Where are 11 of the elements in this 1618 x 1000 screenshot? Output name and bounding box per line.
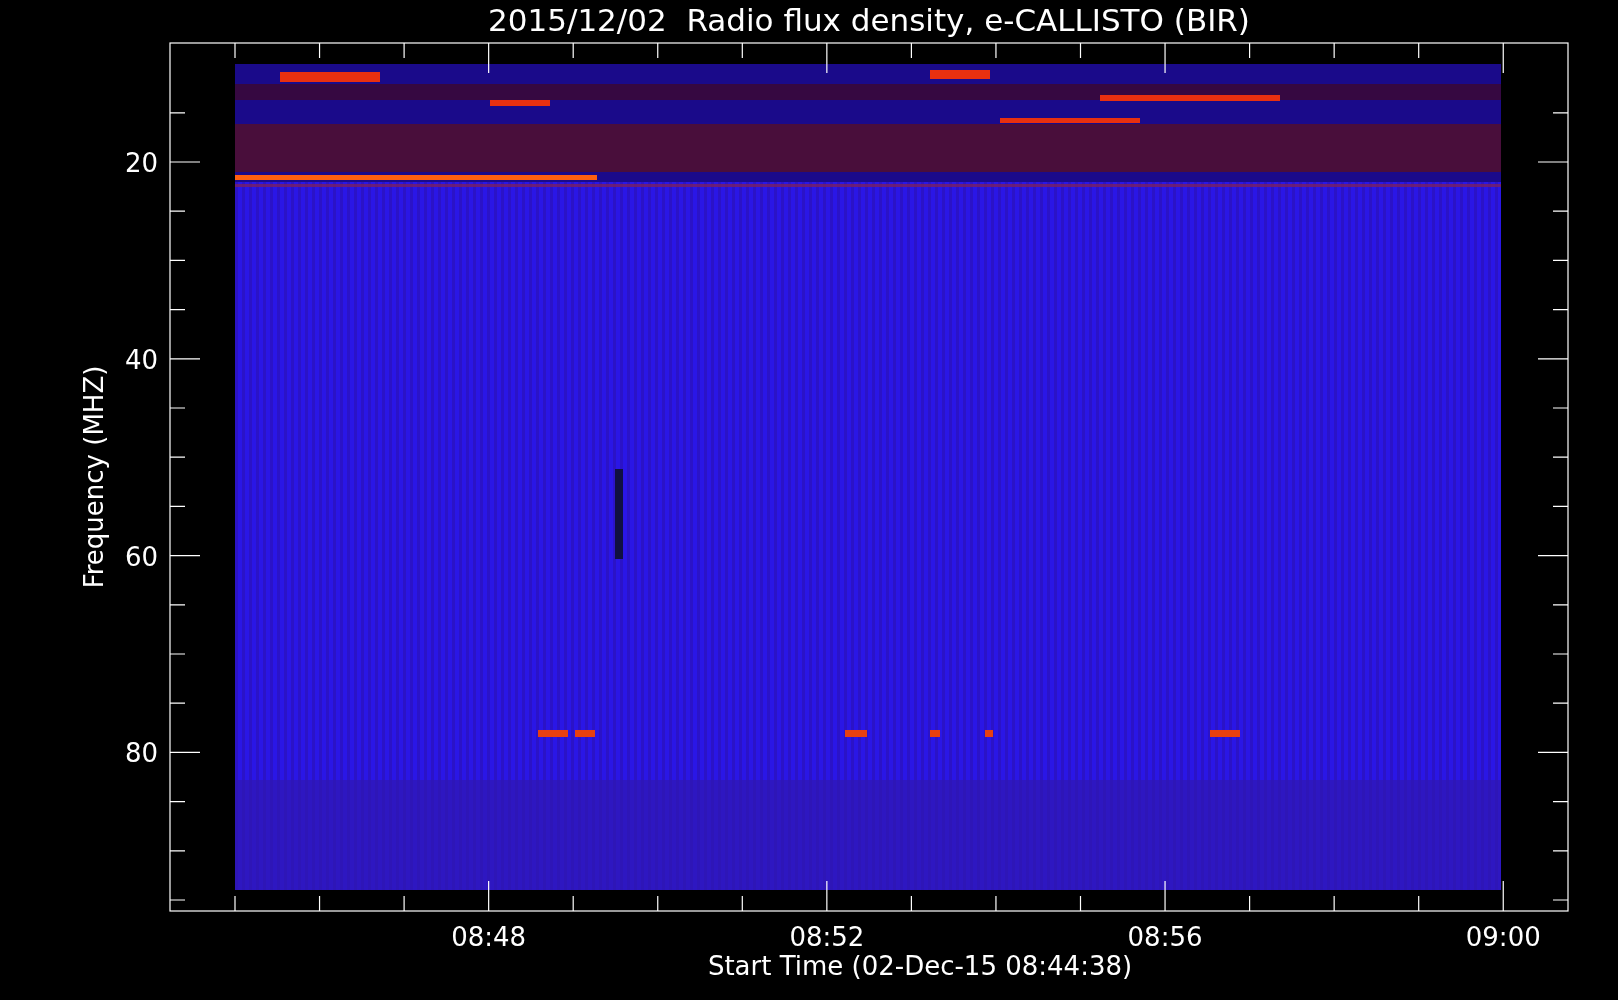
x-tick-label: 08:48: [451, 922, 527, 952]
x-tick-label: 08:52: [789, 922, 865, 952]
y-tick-label: 20: [124, 148, 158, 178]
y-tick-label: 40: [124, 344, 158, 375]
x-axis-label: Start Time (02-Dec-15 08:44:38): [707, 951, 1133, 981]
y-axis-label: Frequency (MHZ): [79, 365, 109, 589]
y-tick-label: 80: [124, 738, 158, 769]
y-tick-label: 60: [124, 541, 158, 572]
x-tick-label: 08:56: [1127, 922, 1203, 952]
chart-title: 2015/12/02 Radio flux density, e-CALLISTO (BIR): [488, 2, 1250, 38]
x-tick-label: 09:00: [1465, 922, 1541, 952]
